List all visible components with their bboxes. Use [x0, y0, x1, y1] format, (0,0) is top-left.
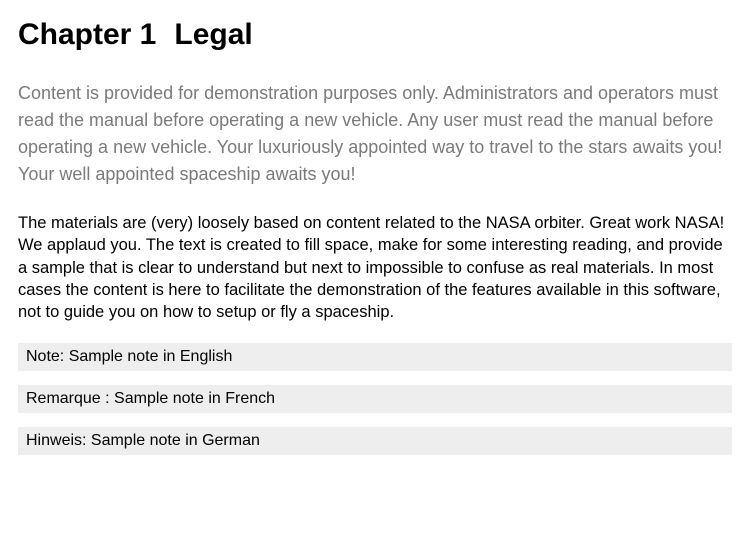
- note-english: Note: Sample note in English: [18, 343, 732, 371]
- intro-paragraph: Content is provided for demonstration pu…: [18, 80, 732, 188]
- body-paragraph: The materials are (very) loosely based o…: [18, 212, 732, 323]
- note-french: Remarque : Sample note in French: [18, 385, 732, 413]
- chapter-title: Legal: [174, 18, 252, 51]
- chapter-heading: Chapter 1 Legal: [18, 18, 732, 52]
- note-german: Hinweis: Sample note in German: [18, 427, 732, 455]
- chapter-number: Chapter 1: [18, 18, 156, 51]
